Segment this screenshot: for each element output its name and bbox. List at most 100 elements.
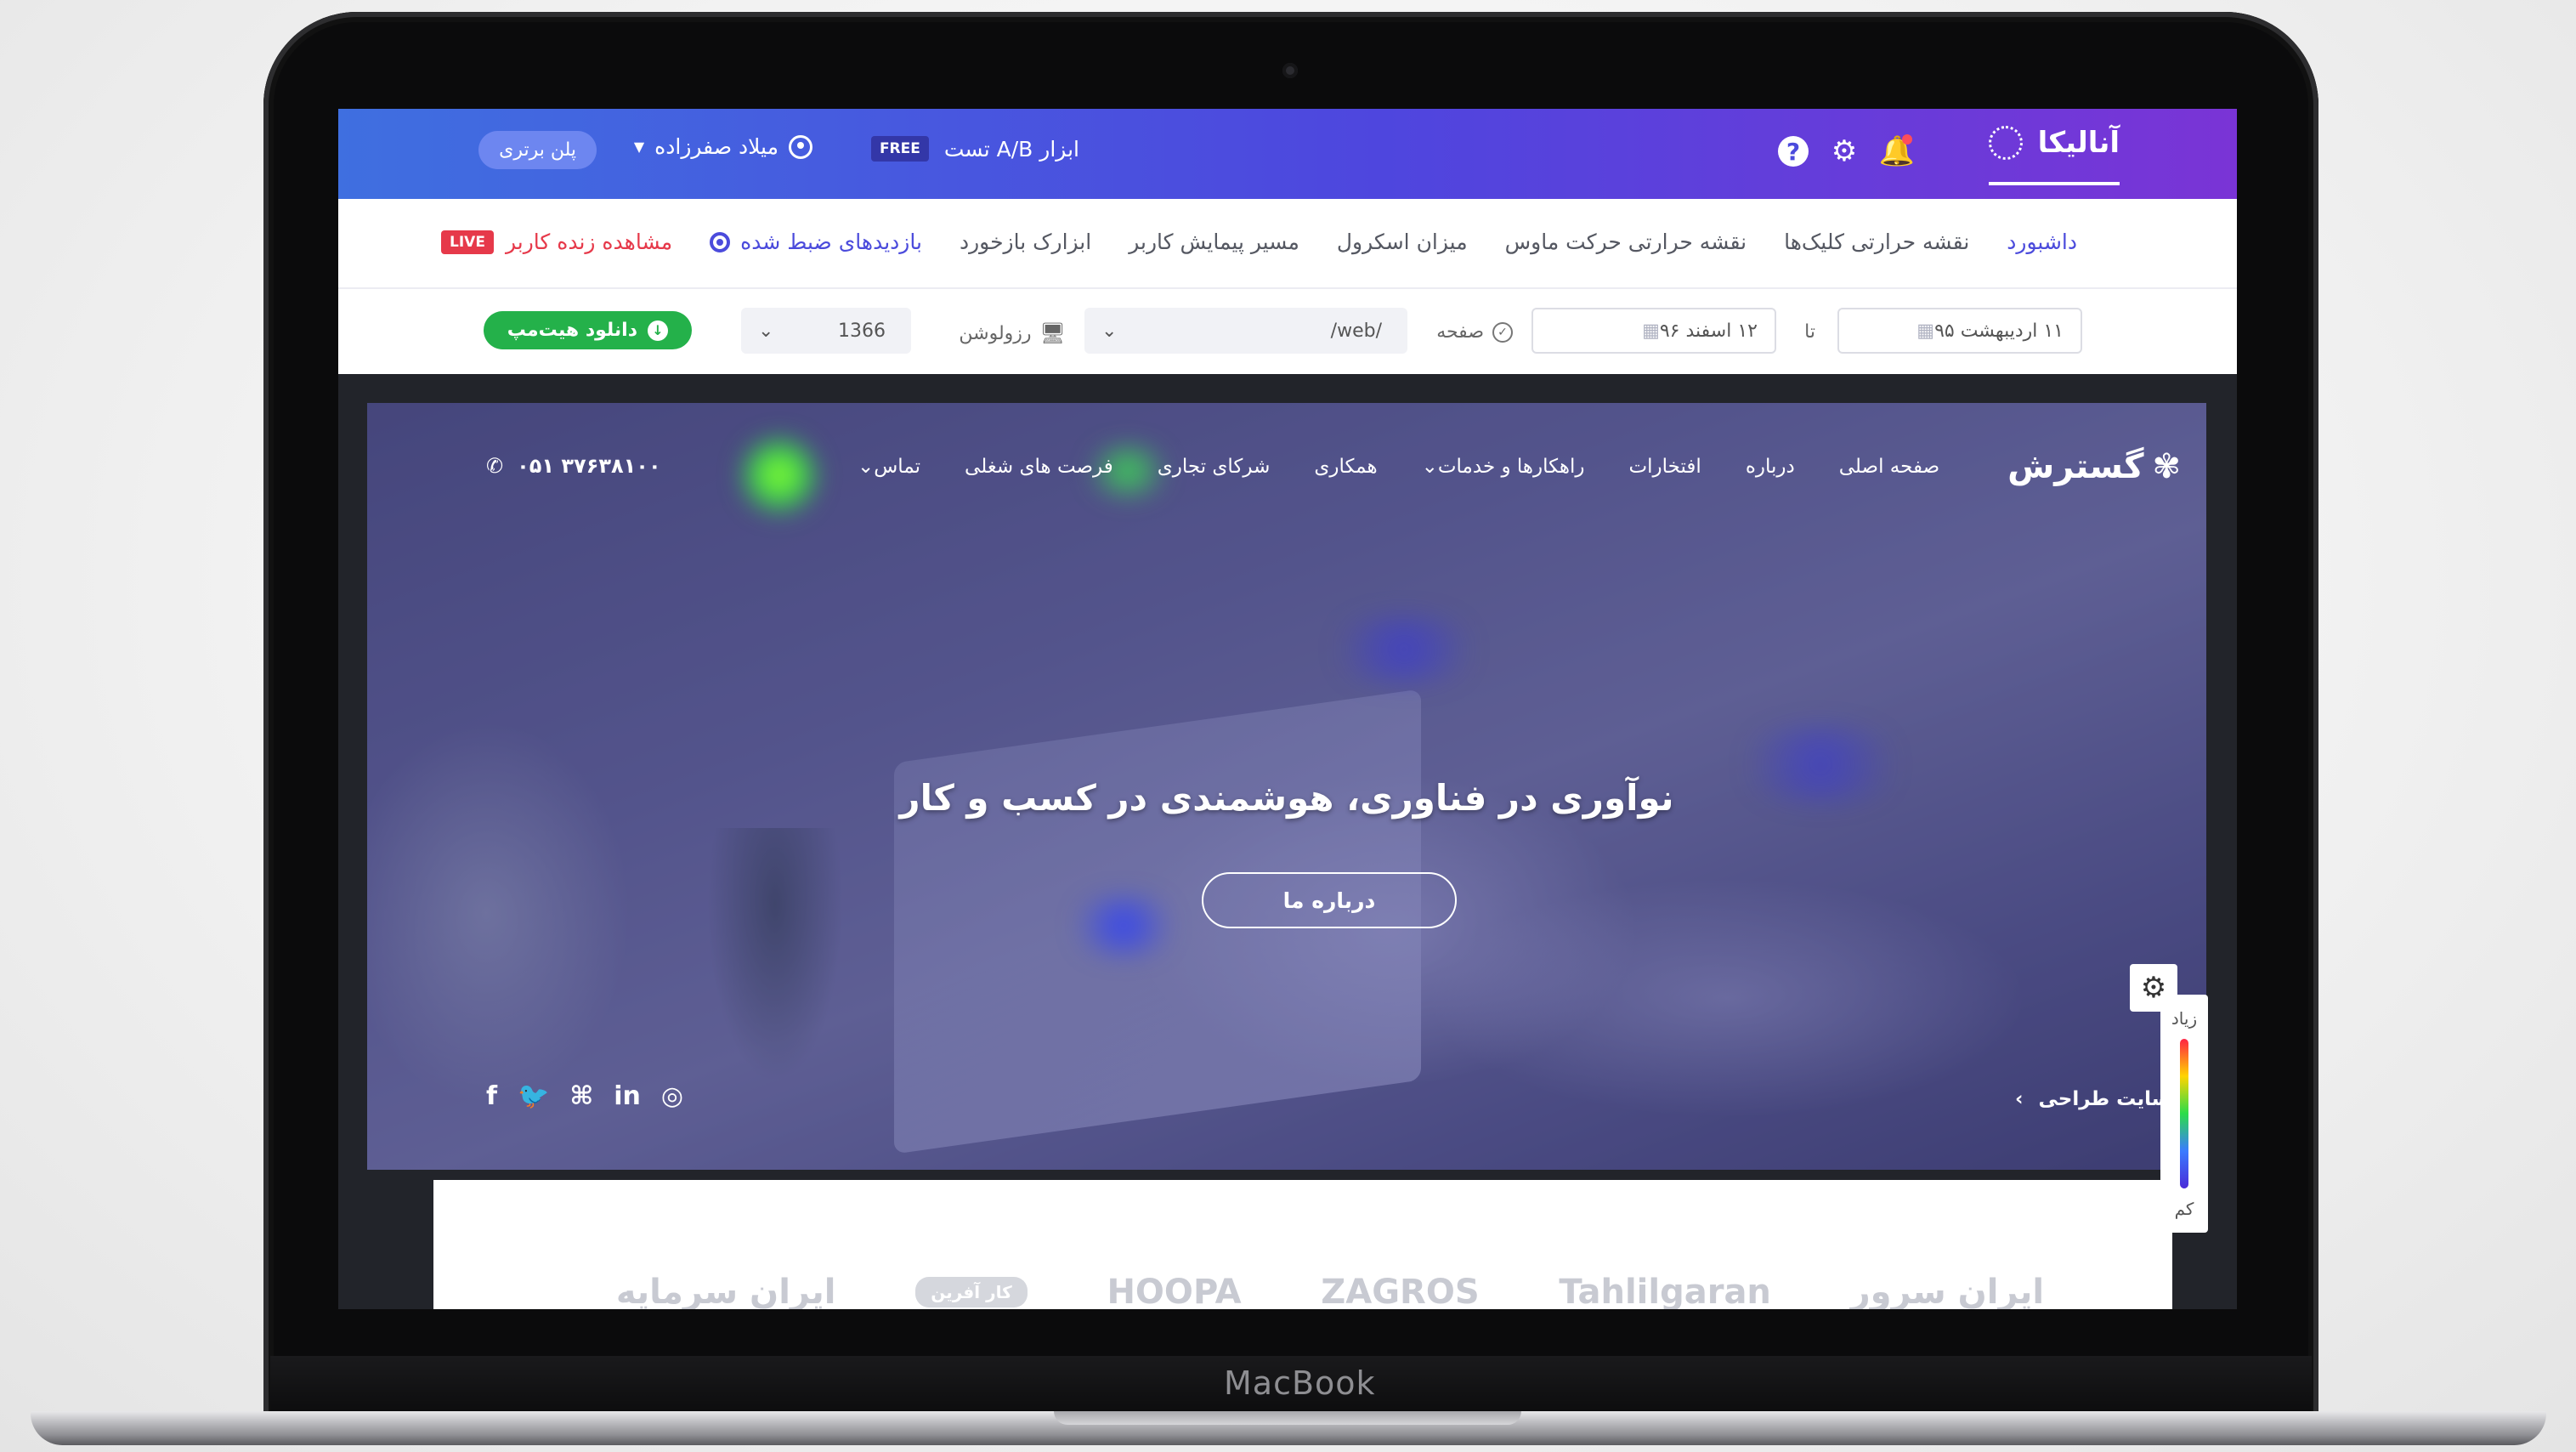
site-link-partners[interactable]: شرکای تجاری — [1158, 456, 1271, 478]
notification-dot — [1902, 134, 1912, 145]
calendar-icon: ▦ — [1642, 320, 1660, 342]
page-url-select[interactable]: /web/ ⌄ — [1084, 308, 1407, 354]
record-icon — [710, 231, 731, 252]
help-icon[interactable]: ? — [1778, 136, 1809, 167]
legend-gradient — [2180, 1039, 2188, 1188]
aparat-icon[interactable]: ⌘ — [569, 1081, 593, 1111]
social-links: f 🐦 ⌘ in ◎ — [486, 1081, 683, 1111]
download-label: دانلود هیت‌مپ — [507, 320, 637, 341]
resolution-label: رزولوشن — [959, 322, 1032, 344]
heatmap-hotspot — [1064, 896, 1183, 956]
partner-logo: کار آفرین — [915, 1277, 1028, 1307]
check-icon: ✓ — [1492, 321, 1513, 343]
app-header: آنالیکا 🔔 ⚙ ? ابزار A/B تست FREE میلاد ص… — [338, 109, 2237, 199]
chevron-down-icon: ⌄ — [758, 320, 774, 342]
filter-bar: ۱۱ اردیبهشت ۹۵ ▦ تا ۱۲ اسفند ۹۶ ▦ ✓ صفحه… — [338, 289, 2237, 374]
chevron-down-icon: ▼ — [633, 139, 645, 155]
partner-logo: ZAGROS — [1321, 1273, 1480, 1309]
chevron-down-icon: ⌄ — [1421, 456, 1438, 478]
site-links: صفحه اصلی درباره افتخارات راهکارها و خدم… — [858, 456, 1939, 478]
chevron-down-icon: ⌄ — [1101, 320, 1118, 342]
phone-icon: ✆ — [486, 454, 504, 478]
tab-click-heatmap[interactable]: نقشه حرارتی کلیک‌ها — [1784, 230, 1969, 254]
site-logo-icon: ✾ — [2152, 447, 2181, 486]
monitor-icon: 🖥 — [1039, 321, 1066, 345]
page-url-value: /web/ — [1330, 320, 1382, 342]
download-icon: ↓ — [648, 320, 668, 341]
tab-live-view[interactable]: مشاهده زنده کاربر LIVE — [441, 230, 672, 254]
camera — [1282, 63, 1298, 78]
calendar-icon: ▦ — [1916, 320, 1935, 342]
partner-logo: HOOPA — [1107, 1273, 1242, 1309]
facebook-icon[interactable]: f — [486, 1081, 497, 1111]
free-badge: FREE — [870, 136, 929, 162]
chevron-left-icon: › — [2014, 1088, 2024, 1110]
user-icon — [789, 134, 812, 159]
device-label: MacBook — [1224, 1364, 1376, 1402]
resolution-select[interactable]: 1366 ⌄ — [741, 308, 911, 354]
site-link-honors[interactable]: افتخارات — [1628, 456, 1701, 478]
site-link-jobs[interactable]: فرصت های شغلی — [965, 456, 1113, 478]
linkedin-icon[interactable]: in — [614, 1081, 641, 1111]
ab-test-tool[interactable]: ابزار A/B تست FREE — [870, 136, 1079, 162]
live-view-label: مشاهده زنده کاربر — [505, 230, 673, 254]
main-nav: داشبورد نقشه حرارتی کلیک‌ها نقشه حرارتی … — [338, 199, 2237, 289]
site-phone[interactable]: ✆ ۰۵۱ ۳۷۶۳۸۱۰۰ — [486, 454, 661, 478]
site-link-contact-label: تماس — [874, 456, 921, 478]
site-logo-text: گسترش — [2007, 447, 2144, 486]
notification-bell-icon[interactable]: 🔔 — [1879, 134, 1915, 168]
heatmap-hotspot — [1319, 615, 1489, 683]
site-link-about[interactable]: درباره — [1746, 456, 1795, 478]
logo-icon — [1988, 126, 2023, 160]
legend-low-label: کم — [2174, 1199, 2194, 1219]
to-label: تا — [1804, 321, 1815, 343]
legend-high-label: زیاد — [2171, 1008, 2198, 1029]
screen: آنالیکا 🔔 ⚙ ? ابزار A/B تست FREE میلاد ص… — [338, 109, 2237, 1309]
date-to-value: ۱۲ اسفند ۹۶ — [1659, 320, 1758, 342]
phone-number: ۰۵۱ ۳۷۶۳۸۱۰۰ — [517, 454, 661, 478]
partner-logo: Tahlilgaran — [1559, 1273, 1771, 1309]
tab-feedback[interactable]: ابزارک بازخورد — [960, 230, 1091, 254]
header-icons: 🔔 ⚙ ? — [1778, 134, 1915, 168]
instagram-icon[interactable]: ◎ — [661, 1081, 683, 1111]
tab-recordings[interactable]: بازدیدهای ضبط شده — [710, 230, 922, 254]
partner-logo: ایران سرمایه — [615, 1273, 836, 1309]
site-link-cooperation[interactable]: همکاری — [1314, 456, 1377, 478]
page-filter-label: ✓ صفحه — [1436, 321, 1513, 343]
plan-button[interactable]: پلن برتری — [478, 131, 597, 169]
tab-user-path[interactable]: مسیر پیمایش کاربر — [1129, 230, 1299, 254]
date-to-field[interactable]: ۱۲ اسفند ۹۶ ▦ — [1531, 308, 1776, 354]
hero-section: ✾ گسترش صفحه اصلی درباره افتخارات راهکار… — [367, 403, 2206, 1170]
resolution-filter-label: 🖥 رزولوشن — [959, 321, 1066, 345]
heatmap-legend: زیاد کم — [2160, 995, 2208, 1233]
about-us-button[interactable]: درباره ما — [1202, 872, 1457, 928]
app-name: آنالیکا — [2037, 126, 2120, 160]
user-menu[interactable]: میلاد صفرزاده ▼ — [634, 134, 812, 159]
tab-mouse-heatmap[interactable]: نقشه حرارتی حرکت ماوس — [1505, 230, 1747, 254]
tab-scroll[interactable]: میزان اسکرول — [1337, 230, 1468, 254]
partner-logos: ایران سرمایه کار آفرین HOOPA ZAGROS Tahl… — [338, 1258, 2237, 1309]
site-logo[interactable]: ✾ گسترش — [2007, 447, 2181, 486]
site-preview: ✾ گسترش صفحه اصلی درباره افتخارات راهکار… — [338, 374, 2237, 1309]
partner-logo: ایران سرور — [1850, 1273, 2045, 1309]
app-logo[interactable]: آنالیکا — [1988, 126, 2120, 185]
site-navbar: ✾ گسترش صفحه اصلی درباره افتخارات راهکار… — [486, 437, 2181, 496]
page-label: صفحه — [1436, 321, 1484, 343]
settings-icon[interactable]: ⚙ — [1827, 134, 1861, 168]
site-link-solutions-label: راهکارها و خدمات — [1437, 456, 1585, 478]
tab-dashboard[interactable]: داشبورد — [2007, 230, 2077, 254]
resolution-value: 1366 — [838, 320, 886, 342]
twitter-icon[interactable]: 🐦 — [518, 1081, 549, 1111]
date-from-value: ۱۱ اردیبهشت ۹۵ — [1934, 320, 2064, 342]
site-link-contact[interactable]: تماس⌄ — [858, 456, 920, 478]
site-link-solutions[interactable]: راهکارها و خدمات⌄ — [1422, 456, 1585, 478]
user-name: میلاد صفرزاده — [654, 134, 778, 159]
chevron-down-icon: ⌄ — [857, 456, 875, 478]
site-link-home[interactable]: صفحه اصلی — [1839, 456, 1939, 478]
ab-test-label: ابزار A/B تست — [943, 136, 1079, 162]
hero-title: نوآوری در فناوری، هوشمندی در کسب و کار — [899, 777, 1674, 819]
download-heatmap-button[interactable]: ↓ دانلود هیت‌مپ — [483, 311, 692, 349]
date-from-field[interactable]: ۱۱ اردیبهشت ۹۵ ▦ — [1837, 308, 2082, 354]
live-badge: LIVE — [441, 230, 494, 254]
laptop-notch — [1054, 1411, 1521, 1425]
